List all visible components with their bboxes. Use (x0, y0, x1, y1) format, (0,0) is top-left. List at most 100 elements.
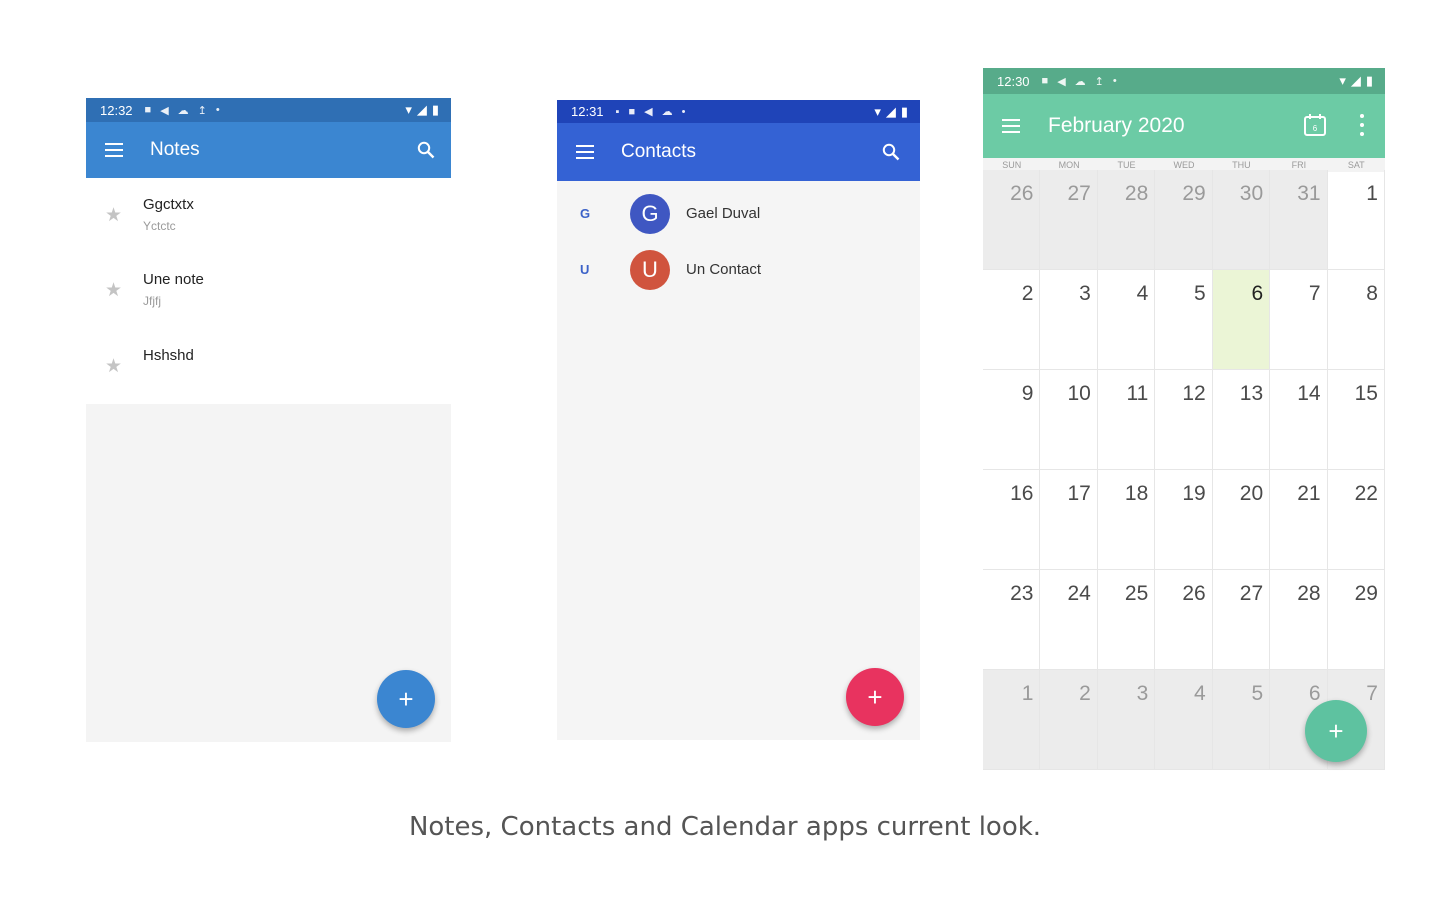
day-number: 16 (1010, 482, 1034, 505)
menu-icon[interactable] (576, 145, 594, 159)
send-icon: ◀ (160, 104, 169, 117)
day-number: 1 (1021, 682, 1034, 705)
list-item[interactable]: ★ Ggctxtx Yctctc (86, 178, 451, 250)
day-cell[interactable]: 17 (1040, 470, 1098, 570)
day-number: 10 (1067, 382, 1091, 405)
weekday-label: WED (1173, 160, 1195, 170)
more-notifications-dot-icon: • (215, 104, 220, 116)
weekday-label: THU (1232, 160, 1251, 170)
day-cell[interactable]: 18 (1097, 470, 1156, 570)
day-cell[interactable]: 3 (1097, 670, 1156, 770)
day-cell[interactable]: 7 (1270, 270, 1328, 370)
day-number: 1 (1366, 182, 1378, 205)
day-cell[interactable]: 25 (1097, 570, 1156, 670)
battery-icon: ▮ (900, 103, 908, 119)
contact-name: Un Contact (686, 261, 762, 278)
day-number: 7 (1366, 682, 1378, 705)
day-cell[interactable]: 23 (983, 570, 1041, 670)
search-icon[interactable] (882, 143, 900, 161)
week-row: 9 10 11 12 13 14 15 (983, 370, 1385, 470)
day-cell[interactable]: 15 (1327, 370, 1385, 470)
contact-row[interactable]: U U Un Contact (557, 242, 920, 298)
day-number: 3 (1079, 282, 1091, 305)
status-bar: 12:32 ■ ◀ ☁ ↥ • ▾ ◢ ▮ (86, 98, 451, 122)
day-number: 8 (1366, 282, 1378, 305)
day-cell[interactable]: 8 (1327, 270, 1385, 370)
more-options-icon[interactable] (1359, 114, 1365, 136)
note-title: Une note (143, 271, 204, 288)
day-number: 15 (1354, 382, 1378, 405)
battery-icon: ▮ (1365, 73, 1373, 88)
day-number: 5 (1194, 282, 1206, 305)
day-cell[interactable]: 29 (1327, 570, 1385, 670)
search-icon[interactable] (417, 141, 435, 159)
day-cell[interactable]: 29 (1155, 170, 1213, 270)
star-icon[interactable]: ★ (105, 279, 122, 302)
day-cell[interactable]: 24 (1040, 570, 1098, 670)
menu-icon[interactable] (105, 143, 123, 157)
day-cell[interactable]: 4 (1097, 270, 1156, 370)
day-cell[interactable]: 27 (1212, 570, 1271, 670)
weekday-label: MON (1058, 160, 1080, 170)
day-number: 29 (1182, 182, 1206, 205)
day-cell[interactable]: 26 (983, 170, 1041, 270)
day-number: 27 (1239, 582, 1264, 605)
list-item[interactable]: ★ Hshshd (86, 329, 451, 401)
day-cell[interactable]: 5 (1212, 670, 1271, 770)
day-number: 6 (1251, 282, 1264, 305)
day-cell[interactable]: 1 (983, 670, 1041, 770)
day-cell[interactable]: 2 (1040, 670, 1098, 770)
status-bar: 12:30 ■ ◀ ☁ ↥ • ▾ ◢ ▮ (983, 68, 1385, 94)
calendar-app-screen: 12:30 ■ ◀ ☁ ↥ • ▾ ◢ ▮ February 2020 6 SU… (983, 68, 1385, 780)
day-cell[interactable]: 22 (1327, 470, 1385, 570)
day-cell[interactable]: 9 (983, 370, 1041, 470)
day-cell[interactable]: 13 (1212, 370, 1271, 470)
star-icon[interactable]: ★ (105, 204, 122, 227)
contact-row[interactable]: G G Gael Duval (557, 186, 920, 242)
add-contact-button[interactable]: + (846, 668, 904, 726)
day-cell[interactable]: 28 (1097, 170, 1156, 270)
week-row: 26 27 28 29 30 31 1 (983, 170, 1385, 270)
day-cell[interactable]: 14 (1270, 370, 1328, 470)
day-cell[interactable]: 30 (1212, 170, 1271, 270)
status-bar: 12:31 ▪ ■ ◀ ☁ • ▾ ◢ ▮ (557, 100, 920, 123)
go-to-today-calendar-icon[interactable]: 6 (1303, 113, 1327, 137)
note-subtitle: Jfjfj (143, 294, 161, 308)
week-row: 16 17 18 19 20 21 22 (983, 470, 1385, 570)
day-cell[interactable]: 10 (1040, 370, 1098, 470)
day-cell[interactable]: 26 (1155, 570, 1213, 670)
app-bar: Notes (86, 122, 451, 178)
day-cell[interactable]: 2 (983, 270, 1041, 370)
menu-icon[interactable] (1002, 119, 1020, 133)
day-cell[interactable]: 16 (983, 470, 1041, 570)
notification-icons: ■ ◀ ☁ ↥ • (1042, 75, 1117, 88)
day-number: 2 (1079, 682, 1091, 705)
day-number: 4 (1194, 682, 1206, 705)
day-cell[interactable]: 4 (1155, 670, 1213, 770)
day-cell[interactable]: 3 (1040, 270, 1098, 370)
day-cell[interactable]: 27 (1040, 170, 1098, 270)
contact-name: Gael Duval (686, 205, 761, 222)
page-title: Contacts (621, 141, 696, 162)
day-number: 24 (1067, 582, 1091, 605)
star-icon[interactable]: ★ (105, 355, 122, 378)
list-item[interactable]: ★ Une note Jfjfj (86, 253, 451, 325)
add-event-button[interactable]: + (1305, 700, 1367, 762)
day-number: 7 (1308, 282, 1321, 305)
cloud-icon: ☁ (1074, 75, 1086, 88)
day-cell[interactable]: 12 (1155, 370, 1213, 470)
day-cell[interactable]: 1 (1327, 170, 1385, 270)
day-cell[interactable]: 20 (1212, 470, 1271, 570)
day-cell[interactable]: 19 (1155, 470, 1213, 570)
status-time: 12:30 (997, 73, 1030, 89)
day-cell[interactable]: 11 (1097, 370, 1156, 470)
day-cell[interactable]: 31 (1270, 170, 1328, 270)
weekday-label: TUE (1117, 160, 1136, 170)
signal-icon: ◢ (885, 103, 896, 119)
day-cell[interactable]: 21 (1270, 470, 1328, 570)
day-cell[interactable]: 28 (1270, 570, 1328, 670)
day-cell[interactable]: 6 (1212, 270, 1271, 370)
upload-icon: ↥ (1094, 75, 1104, 88)
add-note-button[interactable]: + (377, 670, 435, 728)
day-cell[interactable]: 5 (1155, 270, 1213, 370)
